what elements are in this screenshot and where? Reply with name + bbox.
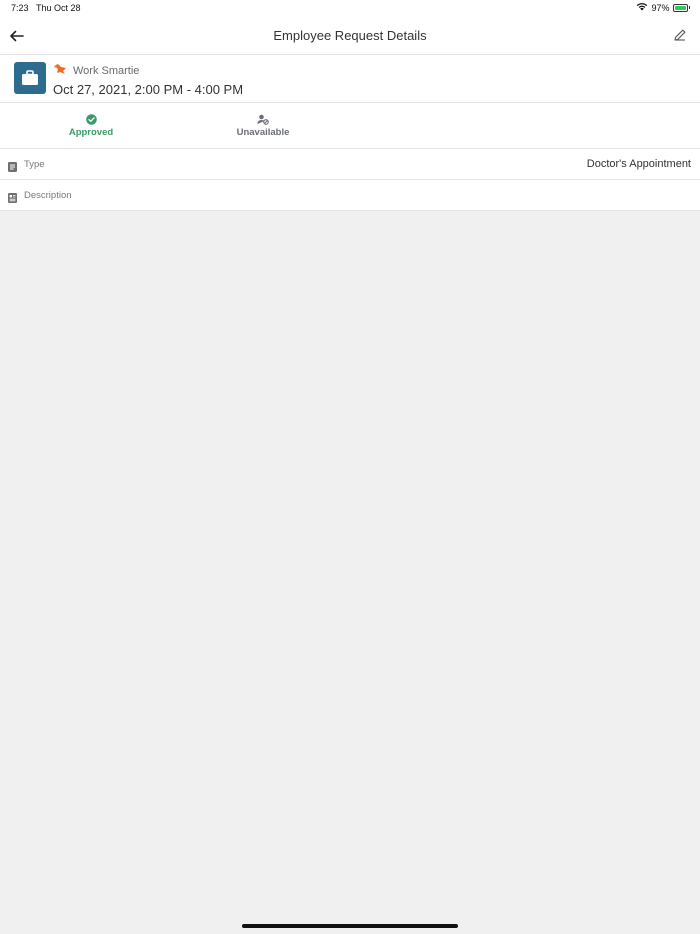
type-value: Doctor's Appointment bbox=[586, 158, 691, 170]
status-bar: 7:23 Thu Oct 28 97% bbox=[0, 0, 700, 18]
battery-tip bbox=[688, 6, 690, 9]
org-row: Work Smartie bbox=[53, 62, 139, 80]
fox-logo-icon bbox=[53, 62, 67, 80]
wifi-icon bbox=[636, 2, 648, 13]
nav-bar: Employee Request Details bbox=[0, 18, 700, 55]
type-label: Type bbox=[24, 159, 45, 170]
status-unavailable-label: Unavailable bbox=[236, 127, 290, 138]
document-icon bbox=[8, 159, 17, 172]
battery-charging-icon bbox=[672, 3, 688, 12]
battery-percent: 97% bbox=[651, 2, 670, 13]
pencil-icon[interactable] bbox=[672, 27, 688, 43]
description-label: Description bbox=[24, 190, 72, 201]
request-type-tile bbox=[14, 62, 46, 94]
status-unavailable: Unavailable bbox=[230, 114, 296, 138]
request-time-range: Oct 27, 2021, 2:00 PM - 4:00 PM bbox=[53, 82, 244, 97]
notes-icon bbox=[8, 190, 17, 203]
briefcase-icon bbox=[22, 70, 38, 85]
detail-row-type: Type Doctor's Appointment bbox=[0, 149, 700, 180]
user-unavailable-icon bbox=[257, 114, 269, 125]
request-header: Work Smartie Oct 27, 2021, 2:00 PM - 4:0… bbox=[0, 55, 700, 103]
status-row: Approved Unavailable bbox=[0, 103, 700, 149]
home-indicator[interactable] bbox=[242, 924, 458, 928]
status-right: 97% bbox=[636, 2, 690, 13]
status-approved-label: Approved bbox=[68, 127, 114, 138]
org-name: Work Smartie bbox=[73, 65, 140, 77]
status-time: 7:23 bbox=[11, 3, 29, 13]
empty-content-area bbox=[0, 211, 700, 934]
detail-row-description[interactable]: Description bbox=[0, 180, 700, 211]
status-date: Thu Oct 28 bbox=[36, 3, 81, 13]
check-circle-icon bbox=[85, 114, 97, 125]
status-approved: Approved bbox=[62, 114, 120, 138]
page-title: Employee Request Details bbox=[273, 28, 427, 43]
